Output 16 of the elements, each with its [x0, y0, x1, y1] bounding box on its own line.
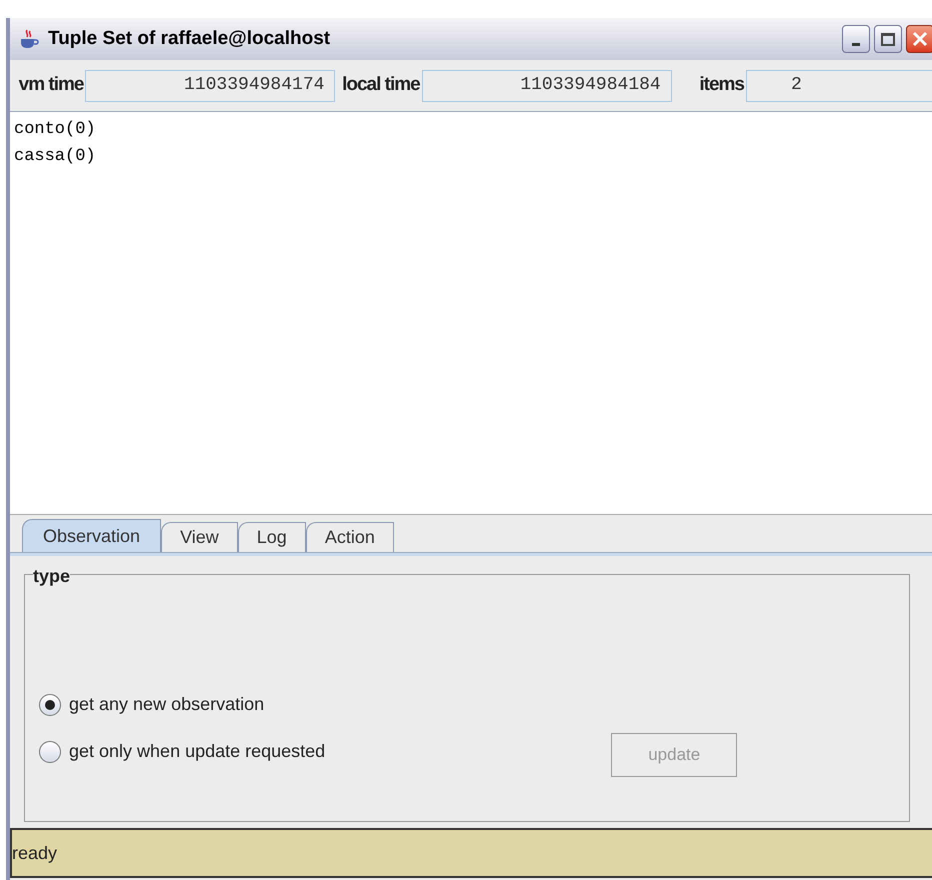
radio-label: get only when update requested — [69, 740, 326, 763]
value-field: 1103394984174 — [85, 70, 336, 102]
field-label: local time — [342, 73, 420, 98]
tab[interactable]: View — [161, 522, 238, 552]
field-label: vm time — [18, 73, 84, 98]
window-title: Tuple Set of raffaele@localhost — [48, 26, 330, 51]
field-label: items — [699, 73, 744, 98]
radio-label: get any new observation — [69, 693, 264, 716]
tab[interactable]: Log — [238, 522, 306, 552]
tuple-entry: cassa(0) — [14, 146, 96, 168]
tab[interactable]: Observation — [22, 519, 162, 552]
status-bar: ready — [10, 828, 932, 878]
tuple-entry: conto(0) — [14, 119, 96, 141]
value-field: 2 — [746, 70, 932, 102]
value-field: 1103394984184 — [422, 70, 672, 102]
tab[interactable]: Action — [306, 522, 394, 552]
